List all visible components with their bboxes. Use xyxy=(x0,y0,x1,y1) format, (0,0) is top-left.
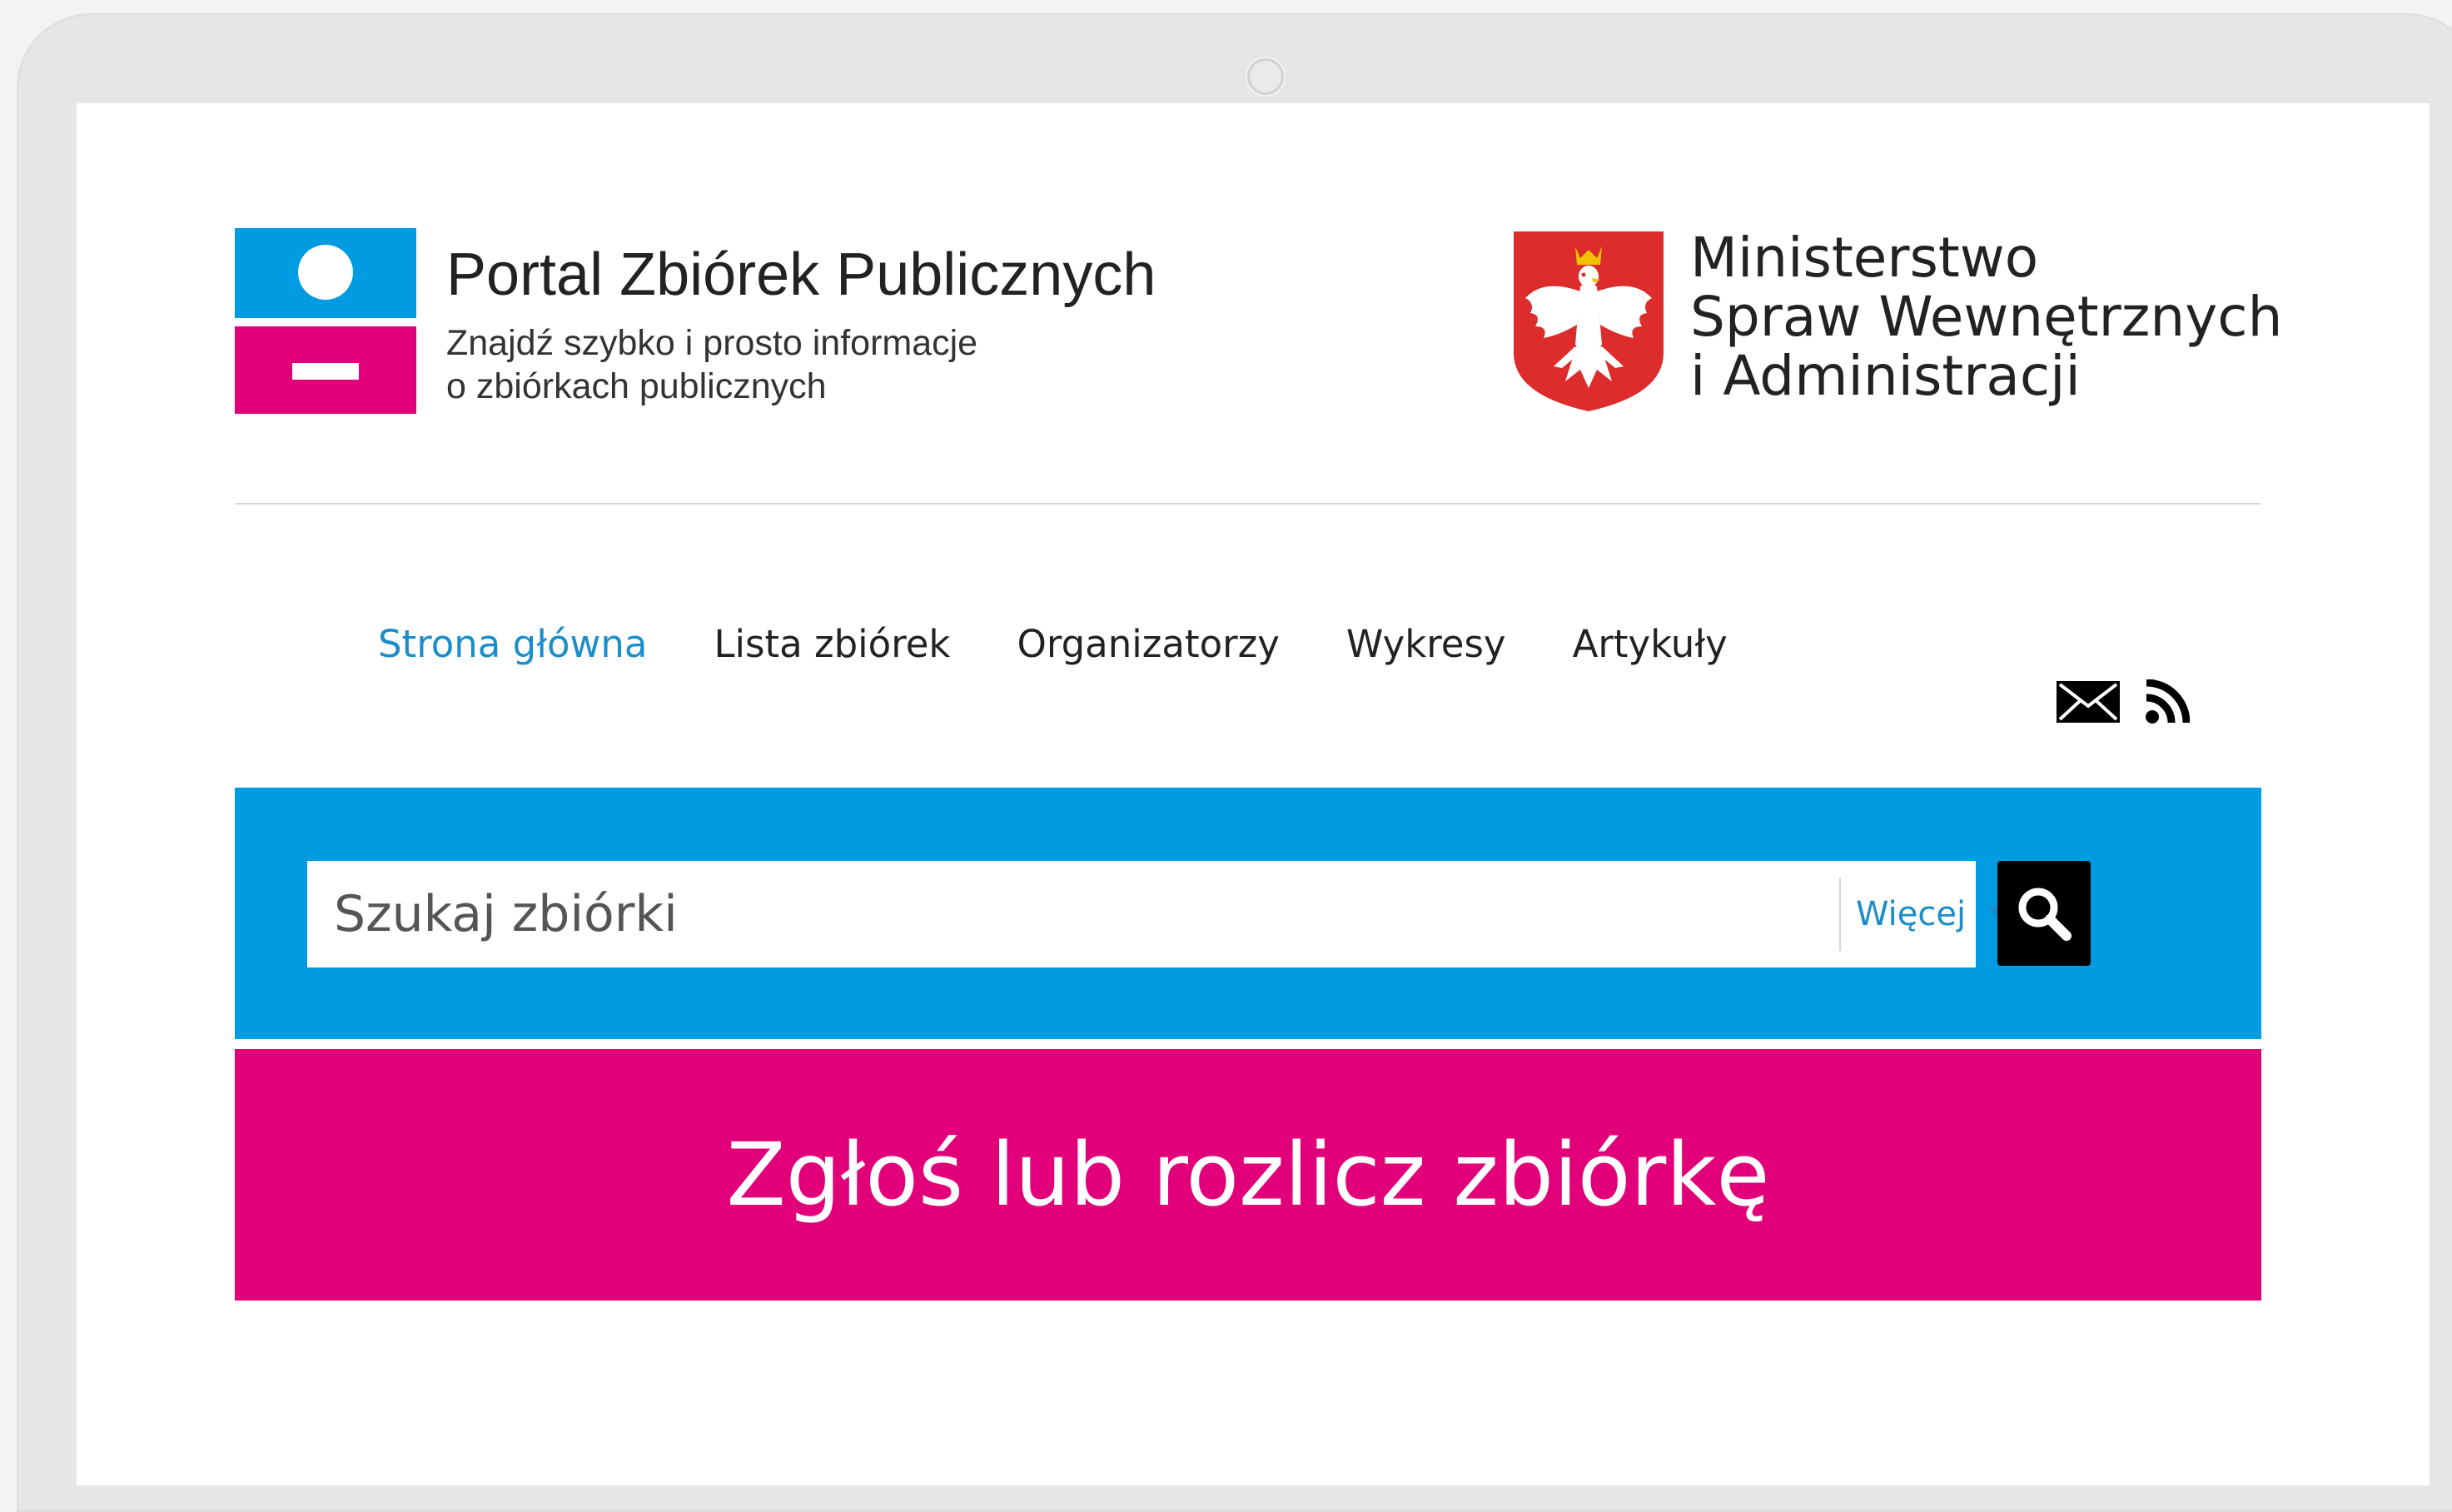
nav-item-collections-list[interactable]: Lista zbiórek xyxy=(714,622,950,666)
search-band: Więcej xyxy=(235,788,2261,1039)
search-field: Więcej xyxy=(307,861,2018,967)
nav-item-organizers[interactable]: Organizatorzy xyxy=(1017,622,1279,666)
portal-subtitle-line1: Znajdź szybko i prosto informacje xyxy=(446,323,978,363)
ministry-line3: i Administracji xyxy=(1690,344,2081,408)
main-nav: Strona główna Lista zbiórek Organizatorz… xyxy=(378,614,1794,673)
portal-subtitle-line2: o zbiórkach publicznych xyxy=(446,366,827,406)
search-input[interactable] xyxy=(307,861,1839,967)
header-divider xyxy=(235,503,2261,505)
search-separator xyxy=(1839,878,1841,951)
ministry-line2: Spraw Wewnętrznych xyxy=(1690,285,2283,349)
ministry-name[interactable]: Ministerstwo Spraw Wewnętrznych i Admini… xyxy=(1690,228,2282,405)
logo-circle xyxy=(298,245,353,300)
mail-icon[interactable] xyxy=(2055,679,2121,724)
portal-subtitle: Znajdź szybko i prosto informacje o zbió… xyxy=(446,321,977,408)
search-icon xyxy=(2018,888,2072,941)
portal-title[interactable]: Portal Zbiórek Publicznych xyxy=(446,241,1156,308)
report-or-settle-collection-button[interactable]: Zgłoś lub rozlicz zbiórkę xyxy=(235,1049,2261,1301)
ministry-line1: Ministerstwo xyxy=(1690,226,2039,290)
polish-eagle-emblem-icon[interactable] xyxy=(1510,228,1667,413)
rss-icon[interactable] xyxy=(2145,679,2190,724)
portal-logo[interactable] xyxy=(235,228,416,414)
camera-dot xyxy=(1247,58,1284,95)
logo-bar xyxy=(292,363,359,380)
cta-label: Zgłoś lub rozlicz zbiórkę xyxy=(726,1124,1770,1226)
browser-viewport: Portal Zbiórek Publicznych Znajdź szybko… xyxy=(77,103,2430,1485)
nav-item-charts[interactable]: Wykresy xyxy=(1346,622,1506,666)
more-options-dropdown[interactable]: Więcej xyxy=(1856,861,2018,967)
nav-item-home[interactable]: Strona główna xyxy=(378,622,647,666)
nav-item-articles[interactable]: Artykuły xyxy=(1573,622,1728,666)
more-options-label: Więcej xyxy=(1856,895,1967,933)
search-button[interactable] xyxy=(1997,861,2091,966)
